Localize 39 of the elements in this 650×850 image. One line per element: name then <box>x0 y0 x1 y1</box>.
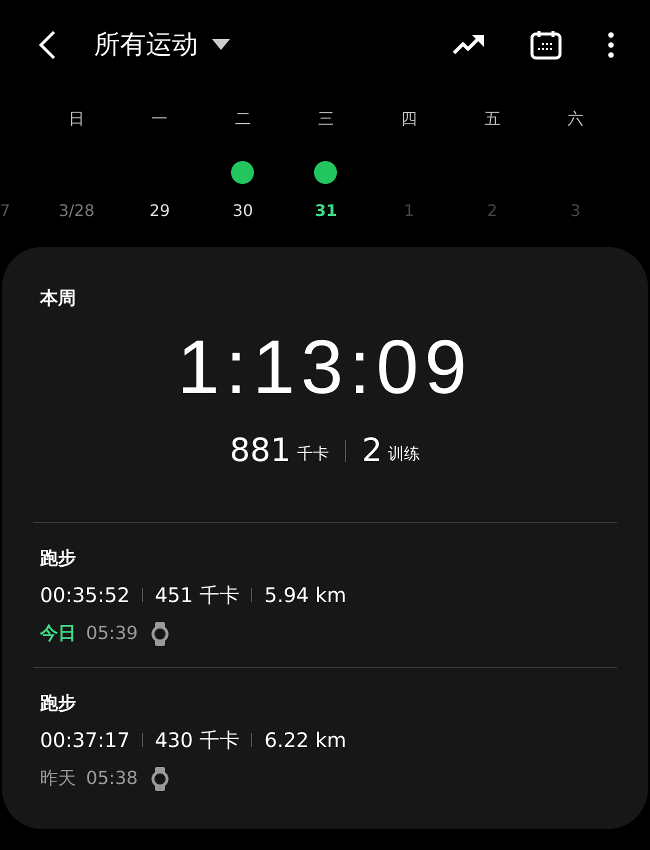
watch-icon <box>150 766 170 790</box>
day-label: 今日 <box>40 622 76 646</box>
calendar-icon[interactable] <box>530 30 562 60</box>
more-options-icon[interactable] <box>608 32 614 58</box>
watch-icon <box>150 622 170 646</box>
time-label: 05:39 <box>86 622 138 646</box>
workouts-value: 2 <box>362 434 382 466</box>
date-label[interactable]: 3/28 <box>58 199 95 223</box>
distance-value: 5.94 km <box>264 582 346 609</box>
weekday-label: 三 <box>318 108 334 130</box>
back-icon[interactable] <box>36 29 58 61</box>
activity-name: 跑步 <box>40 547 77 571</box>
date-label[interactable]: 29 <box>150 199 170 223</box>
distance-value: 6.22 km <box>264 727 346 754</box>
weekday-label: 一 <box>152 108 168 130</box>
duration-value: 00:37:17 <box>40 727 130 754</box>
calories-value: 430 千卡 <box>154 727 240 754</box>
date-label[interactable]: 30 <box>232 199 254 223</box>
activity-name: 跑步 <box>40 692 77 716</box>
trend-icon[interactable] <box>452 33 486 57</box>
date-label[interactable]: 31 <box>314 199 338 223</box>
weekday-label: 二 <box>234 108 251 130</box>
calories-value: 881 <box>230 434 291 466</box>
workouts-unit: 训练 <box>388 443 420 465</box>
calories-value: 451 千卡 <box>154 582 240 609</box>
page-title[interactable]: 所有运动 <box>94 26 198 64</box>
weekday-label: 四 <box>401 108 418 130</box>
duration-value: 00:35:52 <box>40 582 130 609</box>
activity-row[interactable]: 跑步 00:37:17 430 千卡 6.22 km 昨天 05:38 <box>33 667 617 812</box>
section-title: 本周 <box>38 287 77 311</box>
time-label: 05:38 <box>86 767 138 791</box>
activity-row[interactable]: 跑步 00:35:52 451 千卡 5.94 km 今日 05:39 <box>33 522 617 667</box>
day-label: 昨天 <box>40 767 76 791</box>
weekday-label: 五 <box>484 108 500 130</box>
calories-unit: 千卡 <box>296 443 329 465</box>
dropdown-caret-icon[interactable] <box>212 39 230 51</box>
weekday-label: 六 <box>567 108 584 130</box>
weekday-label: 日 <box>68 108 85 130</box>
total-duration: 1:13:09 <box>177 330 473 406</box>
